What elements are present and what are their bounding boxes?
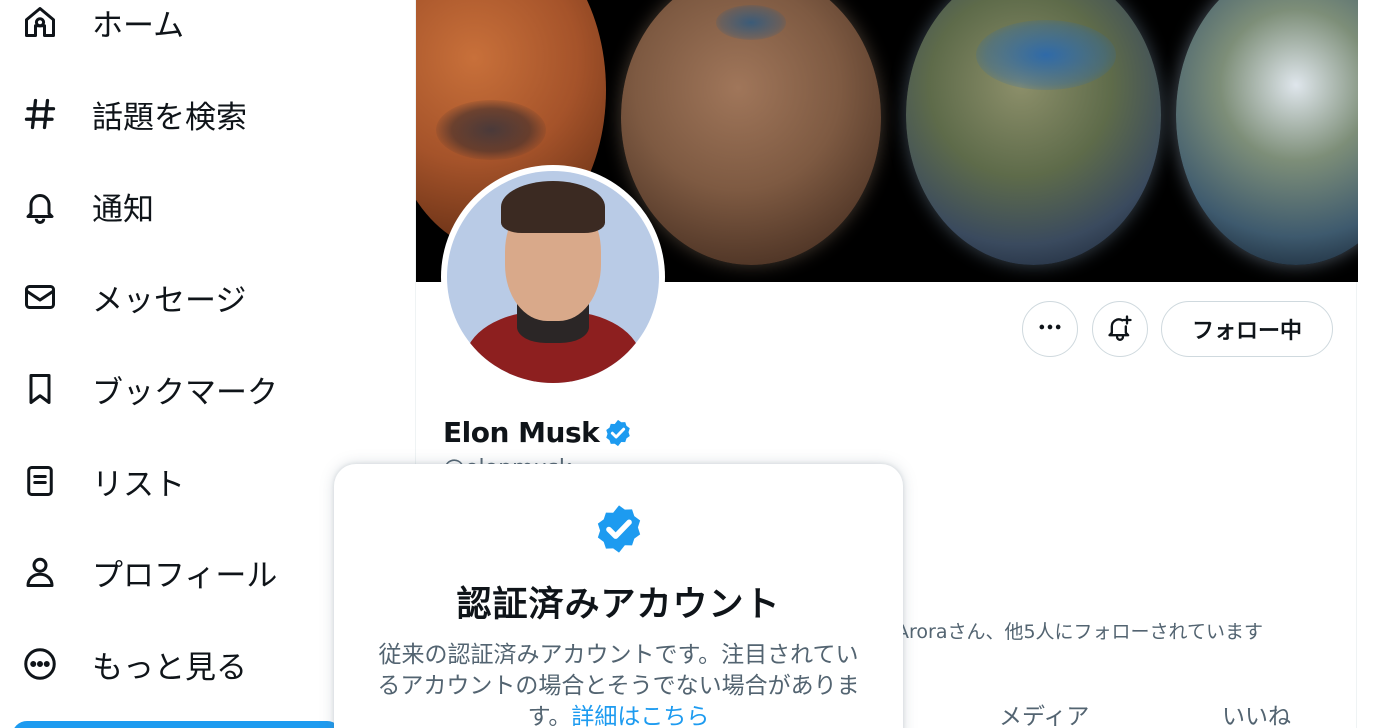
sidebar-item-label: メッセージ bbox=[92, 282, 247, 319]
more-options-button[interactable] bbox=[1022, 301, 1078, 357]
person-icon bbox=[20, 552, 60, 592]
banner-planet-shade bbox=[436, 100, 546, 160]
banner-planet-shade bbox=[716, 5, 786, 40]
home-icon bbox=[20, 2, 60, 42]
sidebar-item-label: ブックマーク bbox=[92, 374, 278, 411]
sidebar-item-label: 通知 bbox=[92, 191, 154, 228]
learn-more-link[interactable]: 詳細はこちら bbox=[571, 704, 709, 728]
sidebar-item-home[interactable]: ホーム bbox=[14, 0, 196, 50]
envelope-icon bbox=[20, 277, 60, 317]
notifications-toggle-button[interactable] bbox=[1092, 301, 1148, 357]
verified-badge-icon[interactable] bbox=[603, 418, 633, 448]
sidebar-item-profile[interactable]: プロフィール bbox=[14, 544, 289, 600]
popover-title: 認証済みアカウント bbox=[456, 585, 781, 625]
sidebar-item-bookmarks[interactable]: ブックマーク bbox=[14, 361, 290, 417]
more-circle-icon bbox=[20, 644, 60, 684]
following-button[interactable]: フォロー中 bbox=[1161, 301, 1333, 357]
banner-planet bbox=[1176, 0, 1358, 265]
sidebar-item-messages[interactable]: メッセージ bbox=[14, 269, 258, 325]
verified-account-popover: 認証済みアカウント 従来の認証済みアカウントです。注目されているアカウントの場合… bbox=[334, 464, 903, 728]
sidebar-item-label: 話題を検索 bbox=[92, 99, 247, 136]
sidebar-item-explore[interactable]: 話題を検索 bbox=[14, 86, 259, 142]
popover-body: 従来の認証済みアカウントです。注目されているアカウントの場合とそうでない場合があ… bbox=[368, 640, 869, 728]
tab-media[interactable]: メディア bbox=[999, 697, 1089, 728]
sidebar-item-notifications[interactable]: 通知 bbox=[14, 178, 166, 234]
twitter-profile-page: ホーム 話題を検索 通知 メッセージ ブックマーク リスト プロフィール もっと… bbox=[0, 0, 1391, 728]
hashtag-icon bbox=[20, 94, 60, 134]
verified-badge-icon bbox=[597, 505, 641, 553]
avatar-hair bbox=[501, 181, 605, 233]
sidebar-item-label: リスト bbox=[92, 466, 185, 503]
ellipsis-icon bbox=[1036, 313, 1064, 345]
bell-icon bbox=[20, 186, 60, 226]
profile-name-row: Elon Musk bbox=[443, 416, 633, 449]
bookmark-icon bbox=[20, 369, 60, 409]
bell-plus-icon bbox=[1106, 313, 1134, 345]
sidebar-item-label: ホーム bbox=[92, 7, 185, 44]
tab-likes[interactable]: いいね bbox=[1222, 697, 1291, 728]
tweet-button[interactable] bbox=[12, 721, 342, 728]
display-name: Elon Musk bbox=[443, 416, 600, 449]
sidebar-item-lists[interactable]: リスト bbox=[14, 453, 197, 509]
list-icon bbox=[20, 461, 60, 501]
sidebar-item-label: プロフィール bbox=[92, 557, 278, 594]
sidebar-item-more[interactable]: もっと見る bbox=[14, 636, 259, 692]
avatar[interactable] bbox=[441, 165, 665, 389]
avatar-image bbox=[447, 171, 659, 383]
banner-planet-shade bbox=[976, 20, 1116, 90]
sidebar-item-label: もっと見る bbox=[92, 649, 247, 686]
followed-by-text[interactable]: Aroraさん、他5人にフォローされています bbox=[896, 617, 1263, 644]
